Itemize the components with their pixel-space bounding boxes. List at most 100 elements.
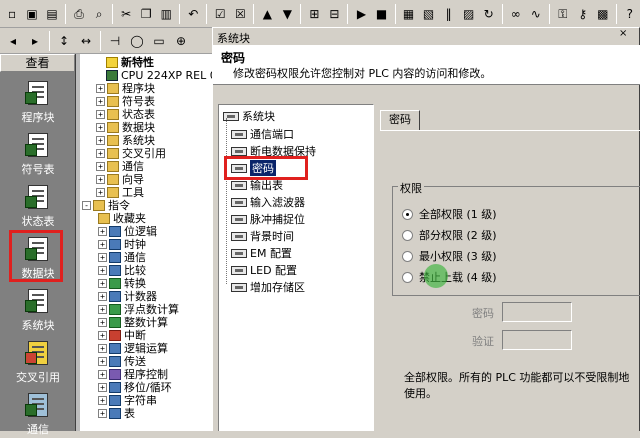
expand-icon[interactable]: + [98,317,107,327]
nav-item-4[interactable]: 系统块 [0,284,76,334]
monitor-icon[interactable]: ▦ [400,4,418,24]
expand-icon[interactable]: + [96,187,105,197]
new-icon[interactable]: ▫ [3,4,21,24]
nav-item-2[interactable]: 状态表 [0,180,76,230]
nav-item-0[interactable]: 程序块 [0,76,76,126]
expand-icon[interactable]: + [98,252,107,262]
force-icon[interactable]: ⚿ [554,4,572,24]
tree-item[interactable]: 新特性 [106,56,154,69]
tab-divider [380,130,640,131]
cut-icon[interactable]: ✂ [117,4,135,24]
radio-button[interactable] [402,229,413,241]
radio-button[interactable] [402,271,413,283]
verify-label: 验证 [472,335,494,348]
copy-icon[interactable]: ❐ [137,4,155,24]
module-item[interactable]: EM 配置 [231,246,292,260]
module-item[interactable]: 脉冲捕捉位 [231,212,305,226]
expand-icon[interactable]: + [96,96,105,106]
module-item[interactable]: 增加存储区 [231,280,305,294]
module-label: 系统块 [242,110,275,123]
paste-icon[interactable]: ▥ [157,4,175,24]
delete-icon[interactable]: ⊟ [325,4,343,24]
expand-icon[interactable]: + [98,343,107,353]
tree-item-label: 表 [124,407,135,420]
compile-icon[interactable]: ☑ [211,4,229,24]
download-icon[interactable]: ▼ [278,4,296,24]
expand-icon[interactable]: + [96,174,105,184]
vertical-line-icon[interactable]: ↕ [54,31,74,51]
radio-button[interactable] [402,208,413,220]
close-icon[interactable]: × [619,28,633,42]
module-item[interactable]: 背景时间 [231,229,294,243]
network-icon[interactable]: ⊕ [171,31,191,51]
red-icon [109,329,121,341]
password-field[interactable] [502,302,572,322]
dialog-header: 密码 修改密码权限允许您控制对 PLC 内容的访问和修改。 [213,45,640,85]
verify-field[interactable] [502,330,572,350]
expand-icon[interactable]: + [96,83,105,93]
horizontal-line-icon[interactable]: ↔ [76,31,96,51]
expand-icon[interactable]: + [98,356,107,366]
undo-icon[interactable]: ↶ [184,4,202,24]
print-preview-icon[interactable]: ⌕ [90,4,108,24]
expand-icon[interactable]: + [98,408,107,418]
trend-icon[interactable]: ∿ [527,4,545,24]
module-icon [231,146,247,156]
collapse-icon[interactable]: - [82,200,91,210]
open-icon[interactable]: ▣ [23,4,41,24]
expand-icon[interactable]: + [98,278,107,288]
expand-icon[interactable]: + [98,239,107,249]
module-item[interactable]: 输出表 [231,178,283,192]
expand-icon[interactable]: + [96,161,105,171]
insert-icon[interactable]: ⊞ [305,4,323,24]
unforce-icon[interactable]: ⚷ [574,4,592,24]
folder-icon [93,199,105,211]
expand-icon[interactable]: + [96,135,105,145]
expand-icon[interactable]: + [98,395,107,405]
expand-icon[interactable]: + [98,304,107,314]
module-item[interactable]: 通信端口 [231,127,294,141]
expand-icon[interactable]: + [98,265,107,275]
module-tree-root[interactable]: 系统块 [223,109,275,123]
password-label: 密码 [472,307,494,320]
left-arrow-icon[interactable]: ◂ [3,31,23,51]
expand-icon[interactable]: + [96,109,105,119]
permission-option[interactable]: 全部权限 (1 级) [402,207,497,221]
single-scan-icon[interactable]: ↻ [480,4,498,24]
module-item[interactable]: LED 配置 [231,263,297,277]
expand-icon[interactable]: + [96,148,105,158]
module-item[interactable]: 输入滤波器 [231,195,305,209]
permission-option[interactable]: 最小权限 (3 级) [402,249,497,263]
run-icon[interactable]: ▶ [352,4,370,24]
tree-connector-line [226,118,227,284]
expand-icon[interactable]: + [96,122,105,132]
upload-icon[interactable]: ▲ [258,4,276,24]
pause-icon[interactable]: ‖ [440,4,458,24]
permission-option[interactable]: 部分权限 (2 级) [402,228,497,242]
nav-item-5[interactable]: 交叉引用 [0,336,76,386]
tab-password[interactable]: 密码 [380,110,420,130]
radio-button[interactable] [402,250,413,262]
expand-icon[interactable]: + [98,226,107,236]
program-status-icon[interactable]: ▧ [420,4,438,24]
glasses-icon[interactable]: ∞ [507,4,525,24]
tree-item[interactable]: + 表 [98,407,135,420]
print-icon[interactable]: ⎙ [70,4,88,24]
contact-icon[interactable]: ⊣ [105,31,125,51]
read-all-forced-icon[interactable]: ▩ [594,4,612,24]
save-icon[interactable]: ▤ [43,4,61,24]
expand-icon[interactable]: + [98,330,107,340]
status-chart-icon[interactable]: ▨ [460,4,478,24]
nav-item-1[interactable]: 符号表 [0,128,76,178]
permission-option[interactable]: 禁止上载 (4 级) [402,270,497,284]
right-arrow-icon[interactable]: ▸ [25,31,45,51]
box-icon[interactable]: ▭ [149,31,169,51]
coil-icon[interactable]: ◯ [127,31,147,51]
expand-icon[interactable]: + [98,291,107,301]
toolbar-separator [394,3,396,24]
expand-icon[interactable]: + [98,369,107,379]
expand-icon[interactable]: + [98,382,107,392]
compile-all-icon[interactable]: ☒ [231,4,249,24]
stop-icon[interactable]: ■ [373,4,391,24]
help-icon[interactable]: ? [621,4,639,24]
